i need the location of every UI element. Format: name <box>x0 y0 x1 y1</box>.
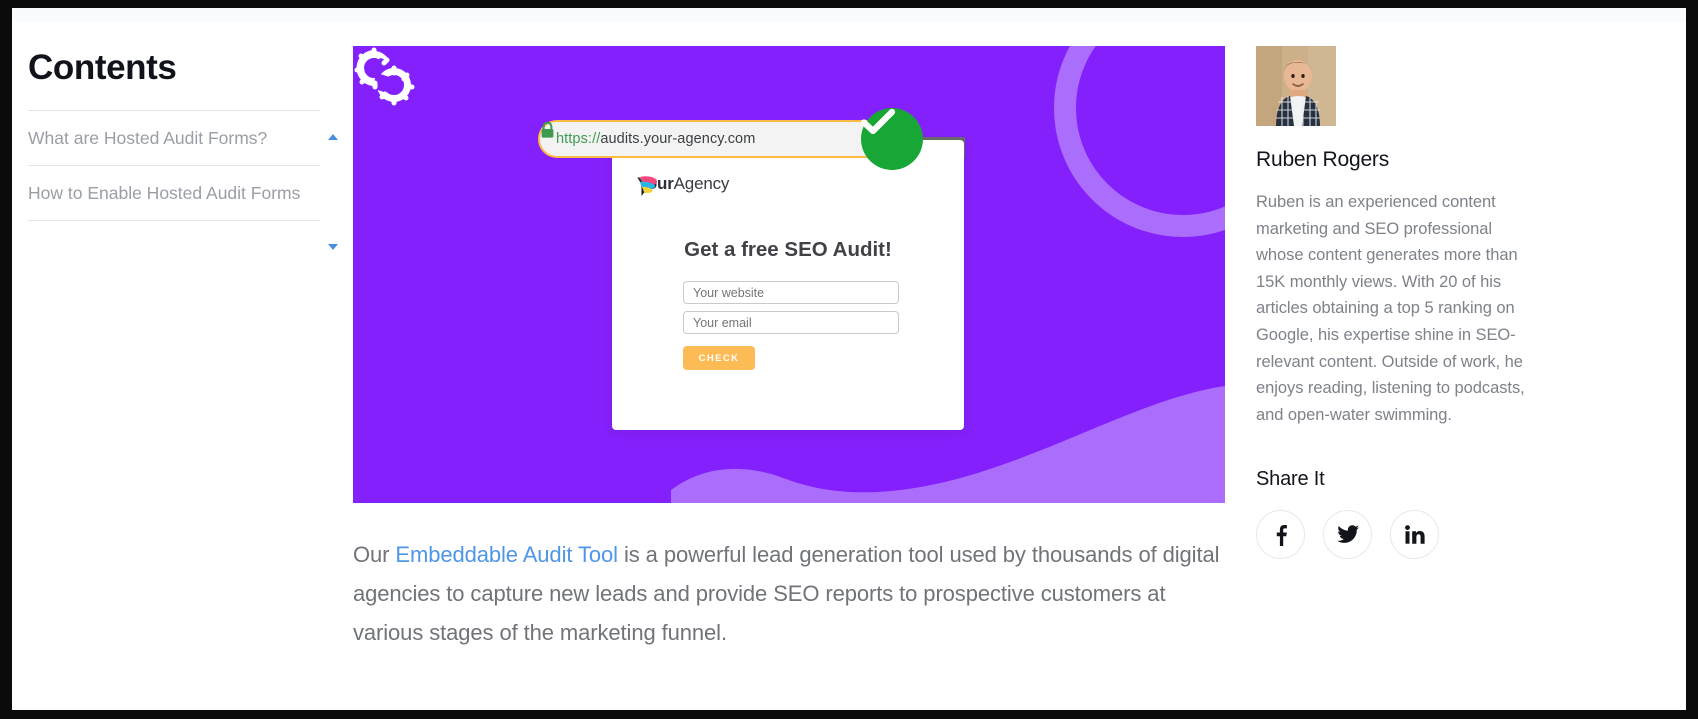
twitter-icon <box>1336 525 1359 544</box>
toc-item-what-are-hosted-audit-forms[interactable]: What are Hosted Audit Forms? <box>28 111 303 165</box>
toc-divider <box>28 220 320 221</box>
embeddable-audit-tool-link[interactable]: Embeddable Audit Tool <box>395 542 618 567</box>
audit-form-card: YourAgency Get a free SEO Audit! CHECK <box>612 140 964 430</box>
article-page: Contents What are Hosted Audit Forms? Ho… <box>12 8 1686 710</box>
article-main: YourAgency Get a free SEO Audit! CHECK h… <box>353 46 1225 652</box>
lock-icon <box>541 122 554 138</box>
article-paragraph: Our Embeddable Audit Tool is a powerful … <box>353 535 1225 652</box>
check-button[interactable]: CHECK <box>683 346 755 370</box>
linkedin-icon <box>1404 525 1425 545</box>
agency-name-light: Agency <box>673 174 730 193</box>
avatar <box>1256 46 1336 126</box>
author-name: Ruben Rogers <box>1256 148 1390 171</box>
caret-up-icon[interactable] <box>328 134 338 140</box>
url-scheme: https:// <box>556 131 601 147</box>
share-linkedin-button[interactable] <box>1390 510 1439 560</box>
facebook-icon <box>1276 524 1287 546</box>
hero-banner: YourAgency Get a free SEO Audit! CHECK h… <box>353 46 1225 503</box>
url-text: https://audits.your-agency.com <box>556 131 755 147</box>
share-facebook-button[interactable] <box>1256 510 1305 560</box>
share-heading: Share It <box>1256 468 1325 491</box>
share-buttons <box>1256 510 1556 560</box>
share-twitter-button[interactable] <box>1323 510 1372 560</box>
url-host: audits.your-agency.com <box>600 131 756 147</box>
table-of-contents: Contents What are Hosted Audit Forms? Ho… <box>28 48 358 250</box>
agency-brand: YourAgency <box>637 174 730 196</box>
check-circle-icon <box>861 108 923 170</box>
toc-item-how-to-enable-hosted-audit-forms[interactable]: How to Enable Hosted Audit Forms <box>28 166 303 220</box>
your-agency-logo-icon <box>640 176 658 196</box>
email-input[interactable] <box>683 311 899 334</box>
paragraph-text-before-link: Our <box>353 542 396 567</box>
author-bio: Ruben is an experienced content marketin… <box>1256 193 1525 424</box>
gears-icon <box>354 47 415 106</box>
contents-heading: Contents <box>28 48 177 87</box>
website-input[interactable] <box>683 281 899 304</box>
caret-down-icon[interactable] <box>328 244 338 250</box>
author-sidebar: Ruben Rogers Ruben is an experienced con… <box>1256 46 1556 560</box>
form-heading: Get a free SEO Audit! <box>684 238 892 261</box>
screenshot-frame: Contents What are Hosted Audit Forms? Ho… <box>0 0 1698 719</box>
browser-url-bar[interactable]: https://audits.your-agency.com <box>538 120 910 158</box>
author-avatar <box>1256 46 1336 126</box>
page-top-strip <box>12 8 1686 22</box>
checkmark-glyph <box>861 108 895 135</box>
